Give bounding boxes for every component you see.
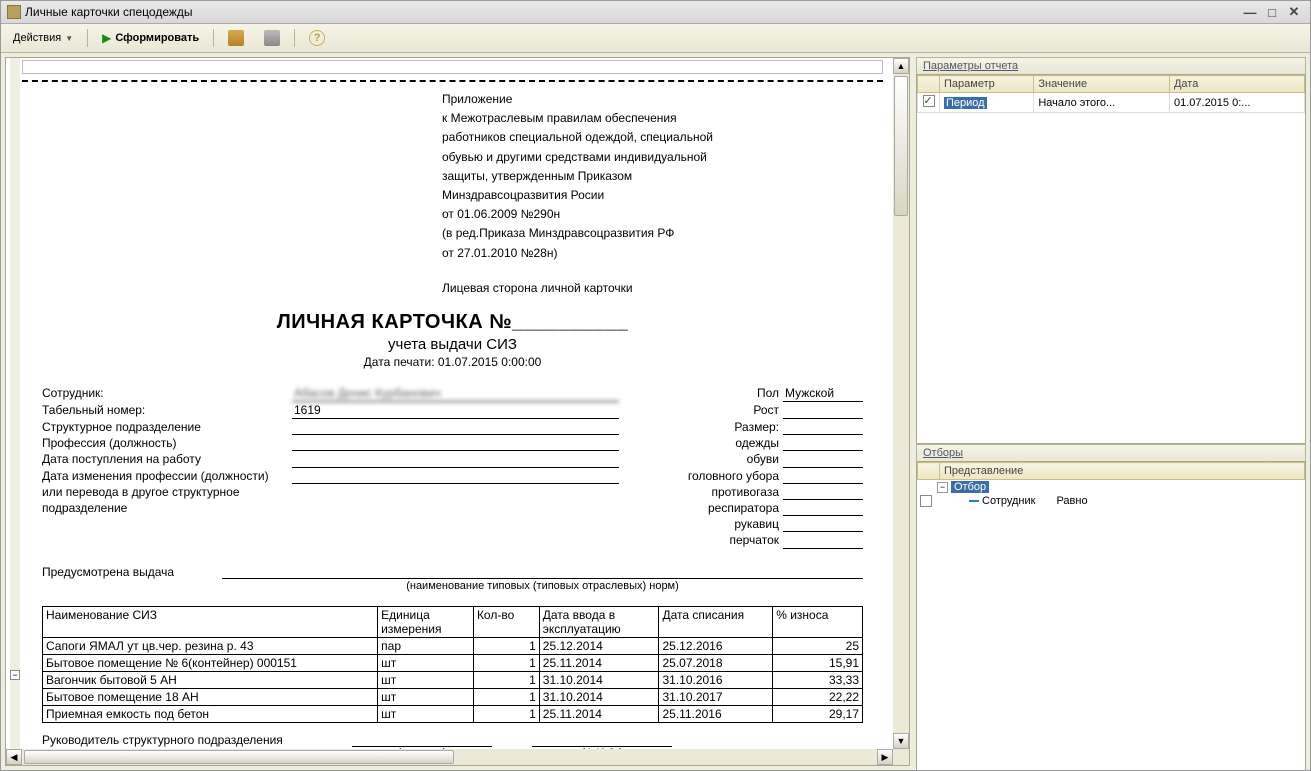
label-clothes: одежды (663, 435, 783, 451)
card-subtitle: учета выдачи СИЗ (42, 336, 863, 353)
label-mask: противогаза (663, 484, 783, 500)
checkbox[interactable] (920, 495, 932, 507)
scroll-right-icon[interactable]: ▶ (877, 749, 893, 765)
param-date[interactable]: 01.07.2015 0:... (1169, 93, 1304, 113)
checkbox[interactable] (923, 95, 935, 107)
sign-field-name (532, 733, 672, 747)
label-height: Рост (663, 402, 783, 419)
print-button[interactable] (256, 27, 288, 49)
window-title: Личные карточки спецодежды (25, 5, 193, 19)
side-pane: Параметры отчета Параметр Значение Дата (916, 57, 1306, 766)
vertical-scrollbar[interactable]: ▲ ▼ (893, 58, 909, 749)
label-resp: респиратора (663, 500, 783, 516)
table-header-row: Наименование СИЗ Единица измерения Кол-в… (43, 606, 863, 637)
predus-label: Предусмотрена выдача (42, 565, 222, 579)
label-shoes: обуви (663, 451, 783, 467)
print-icon (264, 30, 280, 46)
scroll-thumb-h[interactable] (24, 750, 454, 764)
filters-panel-title: Отборы (916, 444, 1306, 461)
label-change2: или перевода в другое структурное (42, 484, 292, 500)
label-change3: подразделение (42, 500, 292, 516)
actions-menu[interactable]: Действия▼ (5, 29, 81, 47)
toolbar: Действия▼ ▶ Сформировать ? (1, 24, 1310, 53)
label-position: Профессия (должность) (42, 435, 292, 451)
params-table[interactable]: Параметр Значение Дата Период Начало это… (917, 75, 1305, 113)
sign-label: Руководитель структурного подразделения (42, 733, 352, 747)
value-tabno: 1619 (292, 402, 619, 419)
label-change1: Дата изменения профессии (должности) (42, 468, 292, 484)
gear-icon (228, 30, 244, 46)
table-row: Вагончик бытовой 5 АНшт131.10.201431.10.… (43, 671, 863, 688)
scroll-left-icon[interactable]: ◀ (6, 749, 22, 765)
appendix-line: Приложение (442, 90, 863, 109)
scroll-thumb[interactable] (894, 76, 908, 216)
value-hiredate (292, 451, 619, 467)
label-gloves: перчаток (663, 532, 783, 548)
table-row: Приемная емкость под бетоншт125.11.20142… (43, 705, 863, 722)
titlebar: Личные карточки спецодежды — □ ✕ (1, 1, 1310, 24)
scroll-down-icon[interactable]: ▼ (893, 733, 909, 749)
filter-condition: Равно (1056, 495, 1087, 507)
sign-field-signature (352, 733, 492, 747)
appendix-line: (в ред.Приказа Минздравсоцразвития РФ (442, 224, 863, 243)
label-tabno: Табельный номер: (42, 402, 292, 419)
label-employee: Сотрудник: (42, 385, 292, 402)
help-button[interactable]: ? (301, 27, 333, 49)
filter-field: Сотрудник (982, 495, 1035, 507)
appendix-line: к Межотраслевым правилам обеспечения (442, 109, 863, 128)
table-row: Бытовое помещение № 6(контейнер) 000151ш… (43, 654, 863, 671)
appendix-line: защиты, утвержденным Приказом (442, 167, 863, 186)
label-sex: Пол (663, 385, 783, 402)
value-height (783, 402, 863, 419)
appendix-line: от 27.01.2010 №28н) (442, 244, 863, 263)
header-blank-row (22, 60, 883, 74)
table-row: Сапоги ЯМАЛ ут цв.чер. резина р. 43пар12… (43, 637, 863, 654)
value-size (783, 419, 863, 435)
label-dept: Структурное подразделение (42, 419, 292, 435)
value-dept (292, 419, 619, 435)
appendix-line: Минздравсоцразвития Росии (442, 186, 863, 205)
collapse-icon[interactable]: − (937, 482, 948, 493)
table-row: Бытовое помещение 18 АНшт131.10.201431.1… (43, 688, 863, 705)
print-date: Дата печати: 01.07.2015 0:00:00 (42, 355, 863, 369)
table-row[interactable]: Период Начало этого... 01.07.2015 0:... (918, 93, 1305, 113)
app-window: Личные карточки спецодежды — □ ✕ Действи… (0, 0, 1311, 771)
appendix-line: обувью и другими средствами индивидуальн… (442, 148, 863, 167)
help-icon: ? (309, 30, 325, 46)
predus-note: (наименование типовых (типовых отраслевы… (222, 580, 863, 592)
close-button[interactable]: ✕ (1284, 4, 1304, 20)
horizontal-scrollbar[interactable]: ◀ ▶ (6, 749, 893, 765)
label-mitt: рукавиц (663, 516, 783, 532)
param-name[interactable]: Период (944, 97, 987, 109)
label-hat: головного убора (663, 468, 783, 484)
value-sex: Мужской (783, 385, 863, 402)
document-pane: − Приложение к Межотраслевым правилам об… (5, 57, 910, 766)
maximize-button[interactable]: □ (1262, 4, 1282, 20)
filter-root[interactable]: − Отбор (917, 480, 1305, 494)
param-value[interactable]: Начало этого... (1034, 93, 1170, 113)
report-page: Приложение к Межотраслевым правилам обес… (22, 82, 883, 749)
params-panel-title: Параметры отчета (916, 57, 1306, 74)
face-side-label: Лицевая сторона личной карточки (442, 281, 863, 295)
predus-line (222, 565, 863, 579)
label-hiredate: Дата поступления на работу (42, 451, 292, 467)
value-position (292, 435, 619, 451)
appendix-line: от 01.06.2009 №290н (442, 205, 863, 224)
run-report-button[interactable]: ▶ Сформировать (94, 28, 207, 48)
appendix-line: работников специальной одеждой, специаль… (442, 128, 863, 147)
leaf-icon (969, 500, 979, 502)
settings-button[interactable] (220, 27, 252, 49)
label-size: Размер: (663, 419, 783, 435)
minimize-button[interactable]: — (1240, 4, 1260, 20)
value-employee: Абасов Денис Курбанович (292, 385, 619, 402)
card-title: ЛИЧНАЯ КАРТОЧКА №__________ (42, 311, 863, 334)
scroll-up-icon[interactable]: ▲ (893, 58, 909, 74)
siz-table: Наименование СИЗ Единица измерения Кол-в… (42, 606, 863, 723)
app-icon (7, 5, 21, 19)
filter-item[interactable]: Сотрудник Равно (917, 494, 1305, 508)
play-icon: ▶ (102, 31, 111, 45)
